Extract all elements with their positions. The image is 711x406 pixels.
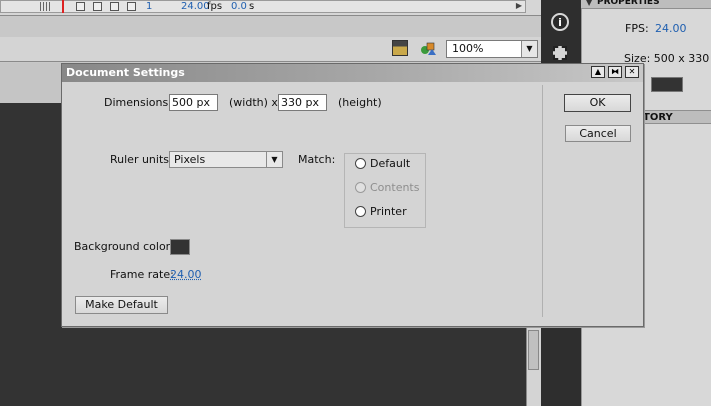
frame-rate-value[interactable]: 24.00 bbox=[170, 268, 202, 282]
edit-symbols-icon[interactable] bbox=[420, 40, 436, 56]
dialog-title-bar[interactable]: Document Settings bbox=[62, 64, 643, 82]
minimize-icon[interactable]: ▲ bbox=[591, 66, 605, 78]
restore-icon[interactable]: ⧓ bbox=[608, 66, 622, 78]
width-suffix: (width) x bbox=[229, 96, 278, 109]
close-icon[interactable]: ✕ bbox=[625, 66, 639, 78]
match-contents-radio bbox=[355, 182, 366, 193]
ruler-units-value: Pixels bbox=[174, 153, 206, 166]
info-icon[interactable]: i bbox=[551, 13, 569, 31]
scroll-right-icon[interactable]: ▶ bbox=[514, 1, 524, 11]
timeline-fps-value[interactable]: 24.00 bbox=[181, 1, 210, 13]
height-suffix: (height) bbox=[338, 96, 382, 109]
chevron-down-icon[interactable]: ▼ bbox=[521, 41, 537, 57]
match-printer-label[interactable]: Printer bbox=[370, 205, 407, 219]
match-default-label[interactable]: Default bbox=[370, 157, 410, 171]
match-printer-radio[interactable] bbox=[355, 206, 366, 217]
width-input[interactable]: 500 px bbox=[169, 94, 218, 111]
chevron-down-icon[interactable]: ▼ bbox=[266, 152, 282, 167]
center-frame-icon[interactable] bbox=[76, 2, 85, 11]
zoom-value: 100% bbox=[452, 42, 484, 55]
selection-icon[interactable] bbox=[553, 46, 567, 60]
timeline-ruler-icon bbox=[40, 2, 52, 11]
frame-rate-label: Frame rate: bbox=[110, 268, 174, 281]
properties-header[interactable]: PROPERTIES bbox=[581, 0, 711, 9]
collapse-arrow-icon[interactable]: ▼ bbox=[586, 0, 592, 7]
edit-multiple-frames-icon[interactable] bbox=[127, 2, 136, 11]
background-color-swatch[interactable] bbox=[170, 239, 190, 255]
make-default-button[interactable]: Make Default bbox=[75, 296, 168, 314]
ok-button[interactable]: OK bbox=[564, 94, 631, 112]
scrollbar-thumb[interactable] bbox=[528, 330, 539, 370]
elapsed-time-value[interactable]: 0.0 bbox=[231, 1, 247, 13]
dialog-body bbox=[67, 85, 543, 317]
background-color-label: Background color: bbox=[74, 240, 174, 253]
fps-value[interactable]: 24.00 bbox=[655, 22, 687, 36]
current-frame[interactable]: 1 bbox=[146, 1, 152, 13]
playhead-icon[interactable] bbox=[62, 0, 64, 13]
stage-color-chip[interactable] bbox=[651, 77, 683, 92]
timeline-fps-unit: fps bbox=[207, 1, 223, 12]
ruler-units-label: Ruler units: bbox=[110, 153, 173, 166]
edit-scene-icon[interactable] bbox=[392, 40, 408, 56]
dialog-title: Document Settings bbox=[66, 66, 185, 79]
onion-skin-icon[interactable] bbox=[93, 2, 102, 11]
match-default-radio[interactable] bbox=[355, 158, 366, 169]
match-contents-label: Contents bbox=[370, 181, 420, 194]
cancel-button[interactable]: Cancel bbox=[565, 125, 631, 142]
match-label: Match: bbox=[298, 153, 336, 166]
height-input[interactable]: 330 px bbox=[278, 94, 327, 111]
onion-outline-icon[interactable] bbox=[110, 2, 119, 11]
elapsed-time-unit: s bbox=[249, 1, 255, 12]
dimensions-label: Dimensions: bbox=[104, 96, 172, 109]
fps-label: FPS: bbox=[625, 22, 649, 35]
